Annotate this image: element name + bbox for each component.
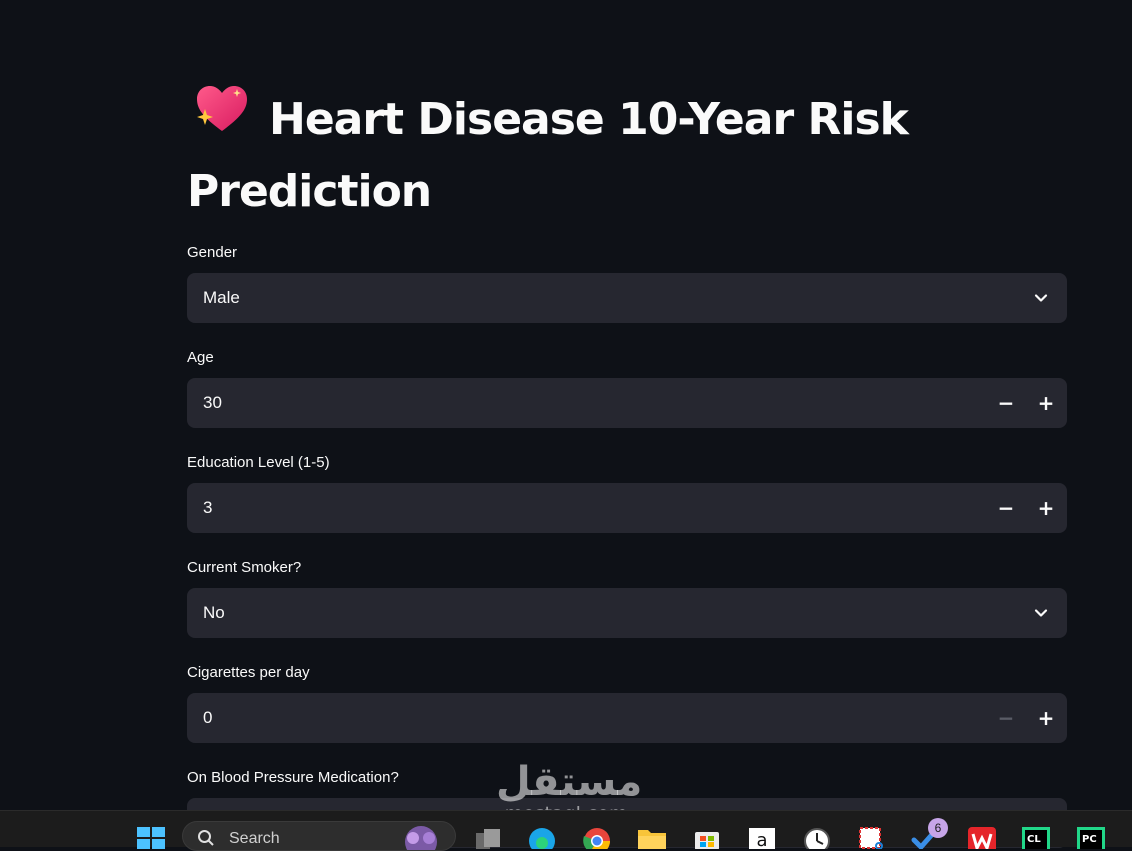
chrome-icon[interactable] (582, 825, 612, 849)
cigs-decrement-button[interactable]: − (991, 703, 1021, 733)
search-highlight-icon (405, 826, 437, 850)
chevron-down-icon (1034, 609, 1048, 617)
cigs-label: Cigarettes per day (187, 664, 310, 681)
cigs-increment-button[interactable]: + (1031, 703, 1061, 733)
bp-meds-label: On Blood Pressure Medication? (187, 769, 399, 786)
smoker-select-value: No (203, 603, 225, 622)
age-input-value: 30 (203, 393, 222, 412)
smoker-label: Current Smoker? (187, 559, 302, 576)
chevron-down-icon (1034, 294, 1048, 302)
wps-icon[interactable] (967, 825, 997, 849)
gender-select-value: Male (203, 288, 240, 307)
taskbar-search-box[interactable]: Search (182, 821, 456, 851)
clock-icon[interactable] (802, 825, 832, 849)
sparkling-heart-icon (193, 83, 251, 154)
age-increment-button[interactable]: + (1031, 388, 1061, 418)
cigs-input[interactable]: 0 − + (187, 693, 1067, 743)
education-input[interactable]: 3 − + (187, 483, 1067, 533)
svg-text:a: a (756, 830, 767, 849)
age-label: Age (187, 349, 214, 366)
page-title: Heart Disease 10-Year Risk Prediction (187, 83, 1067, 225)
pycharm-icon[interactable]: PC (1076, 825, 1106, 849)
gender-label: Gender (187, 244, 238, 261)
task-view-icon[interactable] (474, 827, 502, 851)
edge-icon[interactable] (527, 825, 557, 849)
education-label: Education Level (1-5) (187, 454, 330, 471)
notification-badge: 6 (928, 818, 948, 838)
clion-icon[interactable]: CL (1021, 825, 1051, 849)
file-explorer-icon[interactable] (637, 825, 667, 849)
watermark-arabic: مستقل (496, 759, 643, 805)
smoker-select[interactable]: No (187, 588, 1067, 638)
store-icon[interactable] (692, 825, 722, 849)
svg-text:CL: CL (1027, 834, 1041, 845)
page-title-text: Heart Disease 10-Year Risk Prediction (187, 94, 909, 217)
snipping-tool-icon[interactable] (857, 825, 887, 849)
gender-select[interactable]: Male (187, 273, 1067, 323)
education-increment-button[interactable]: + (1031, 493, 1061, 523)
education-input-value: 3 (203, 498, 213, 517)
amazon-icon[interactable]: a (747, 825, 777, 849)
taskbar-search-label: Search (229, 830, 280, 847)
search-icon (198, 830, 214, 846)
taskbar: Search a CL PC (0, 810, 1132, 851)
cigs-input-value: 0 (203, 708, 213, 727)
age-decrement-button[interactable]: − (991, 388, 1021, 418)
windows-start-icon[interactable] (136, 825, 166, 849)
education-decrement-button[interactable]: − (991, 493, 1021, 523)
age-input[interactable]: 30 − + (187, 378, 1067, 428)
svg-text:PC: PC (1082, 834, 1097, 845)
